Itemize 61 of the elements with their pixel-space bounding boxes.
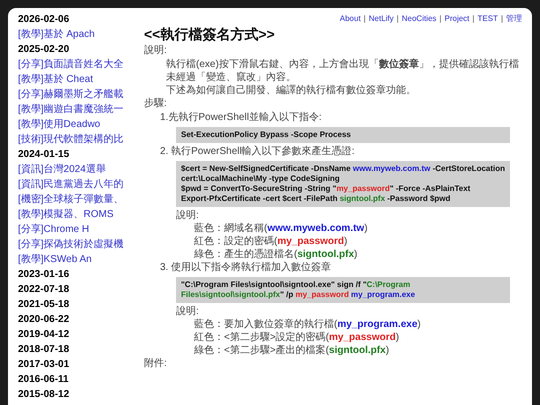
separator: | [439, 13, 442, 25]
post-link[interactable]: [教學]KSWeb An [18, 252, 92, 267]
date-heading: 2024-01-15 [18, 148, 70, 162]
paragraph: 下述為如何讓自己開發、編譯的執行檔有數位簽章功能。 [165, 84, 417, 97]
section-label: 說明: [144, 44, 168, 58]
article-title: <<執行檔簽名方式>> [144, 25, 276, 43]
separator: | [472, 13, 474, 25]
nav-link[interactable]: TEST [477, 12, 498, 25]
note-line: 綠色：產生的憑證檔名(signtool.pfx) [193, 248, 358, 261]
code-line: $cert = New-SelfSignedCertificate -DnsName www.myweb.com.tw -CertStoreLocation [181, 164, 506, 174]
date-heading: 2015-08-12 [18, 388, 70, 402]
note-label: 說明: [175, 209, 200, 222]
date-heading: 2023-01-16 [18, 268, 70, 282]
nav-link[interactable]: NeoCities [402, 12, 436, 25]
post-link[interactable]: [分享]赫爾墨斯之矛艦載 [18, 87, 124, 102]
step-text: 3. 使用以下指令將執行檔加入數位簽章 [159, 261, 332, 275]
code-line: $pwd = ConvertTo-SecureString -String "my_password" -Force -AsPlainText [181, 184, 472, 194]
nav-link[interactable]: NetLify [368, 12, 394, 25]
date-heading: 2016-06-11 [18, 373, 70, 387]
date-heading: 2025-02-20 [18, 43, 70, 57]
code-line: Files\signtool\signtool.pfx" /p my_password my_program.exe [181, 290, 416, 300]
paragraph: 執行檔(exe)按下滑鼠右鍵、內容，上方會出現「數位簽章」，提供確認該執行檔未經過「變造、竄改」內容。 [165, 58, 520, 84]
nav-link[interactable]: 管理 [506, 12, 522, 25]
code-line: "C:\Program Files\signtool\signtool.exe" sign /f "C:\Program [181, 280, 412, 290]
post-link[interactable]: [教學]模擬器、ROMS [18, 207, 114, 222]
section-label: 步驟: [144, 97, 168, 111]
step-text: 2. 執行PowerShell輸入以下參數來產生憑證: [159, 145, 356, 159]
date-heading: 2020-06-22 [18, 313, 70, 327]
post-link[interactable]: [分享]探偽技術於虛擬機 [18, 237, 124, 252]
nav-link[interactable]: About [340, 12, 361, 25]
date-heading: 2017-03-01 [18, 358, 70, 372]
note-line: 綠色：<第二步驟>產出的檔案(signtool.pfx) [193, 344, 390, 357]
post-link[interactable]: [資訊]台灣2024選舉 [18, 162, 106, 177]
post-link[interactable]: [教學]基於 Apach [18, 27, 95, 42]
post-link[interactable]: [教學]基於 Cheat [18, 72, 94, 87]
post-link[interactable]: [機密]全球核子彈數量、 [18, 192, 124, 207]
section-label: 附件: [144, 357, 168, 371]
post-link[interactable]: [教學]使用Deadwo [18, 117, 100, 132]
separator: | [364, 13, 366, 25]
post-link[interactable]: [資訊]民進黨過去八年的 [18, 177, 124, 192]
date-heading: 2018-07-18 [18, 343, 70, 357]
post-link[interactable]: [分享]Chrome H [18, 222, 90, 237]
note-line: 紅色：<第二步驟>設定的密碼(my_password) [193, 331, 400, 344]
separator: | [500, 13, 504, 25]
note-line: 紅色：設定的密碼(my_password) [193, 235, 348, 248]
code-line: Set-ExecutionPolicy Bypass -Scope Process [181, 130, 352, 140]
code-line: cert:\LocalMachine\My -type CodeSigning [181, 174, 341, 184]
post-link[interactable]: [技術]現代軟體架構的比 [18, 132, 124, 147]
date-heading: 2021-05-18 [18, 298, 70, 312]
note-label: 說明: [175, 305, 200, 318]
note-line: 藍色：要加入數位簽章的執行檔(my_program.exe) [193, 318, 422, 331]
separator: | [396, 13, 399, 25]
post-link[interactable]: [教學]幽遊白書魔強統一 [18, 102, 124, 117]
code-line: Export-PfxCertificate -cert $cert -FilePath signtool.pfx -Password $pwd [181, 194, 452, 204]
nav-link[interactable]: Project [444, 12, 470, 25]
date-heading: 2022-07-18 [18, 283, 70, 297]
note-line: 藍色：網域名稱(www.myweb.com.tw) [193, 222, 369, 235]
post-link[interactable]: [分享]負面讀音姓名大全 [18, 57, 124, 72]
step-text: 1.先執行PowerShell並輸入以下指令: [159, 111, 323, 125]
date-heading: 2026-02-06 [18, 13, 70, 27]
date-heading: 2019-04-12 [18, 328, 70, 342]
